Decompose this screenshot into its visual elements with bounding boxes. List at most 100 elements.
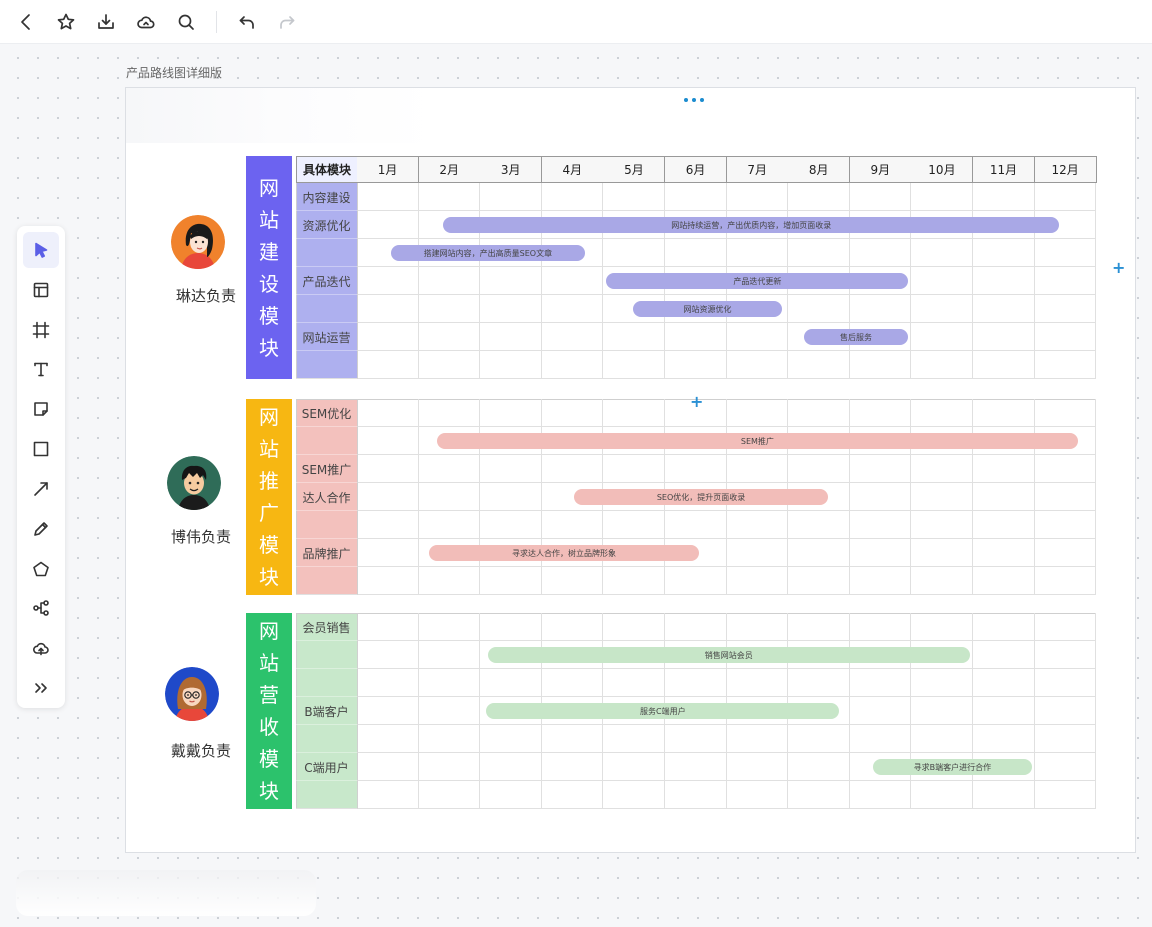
roadmap-frame[interactable]: 具体模块 1月 2月 3月 4月 5月 6月 7月 8月 9月 10月 11月 12月 网 站 建 设 模…: [125, 87, 1136, 853]
grid-cell: [1034, 239, 1097, 267]
grid-cell: [357, 641, 419, 669]
grid-cell: [1034, 669, 1097, 697]
pentagon-icon: [33, 561, 49, 576]
polygon-tool[interactable]: [23, 551, 59, 587]
grid-cell: [541, 183, 604, 211]
gantt-bar[interactable]: 网站资源优化: [632, 301, 783, 317]
grid-cell: [418, 483, 481, 511]
grid-cell: [480, 567, 542, 595]
favorite-button[interactable]: [46, 2, 86, 42]
star-icon: [57, 13, 75, 29]
text-tool[interactable]: [23, 351, 59, 387]
more-tools[interactable]: [23, 670, 59, 706]
grid-cell: [541, 267, 604, 295]
avatar: [167, 456, 221, 510]
gantt-bar[interactable]: 寻求达人合作，树立品牌形象: [429, 545, 699, 561]
grid-cell: [603, 613, 665, 641]
grid-cell: [480, 183, 542, 211]
grid-cell: [418, 183, 481, 211]
grid-cell: [541, 511, 604, 539]
grid-cell: [357, 323, 419, 351]
grid-cell: [911, 399, 973, 427]
module-label: 会员销售: [302, 620, 351, 635]
grid-cell: [357, 753, 419, 781]
grid-cell: [541, 323, 604, 351]
grid-cell: [357, 295, 419, 323]
more-options-icon[interactable]: [684, 98, 704, 102]
grid-cell: [1034, 267, 1097, 295]
grid-cell: [480, 753, 542, 781]
mindmap-tool[interactable]: [23, 590, 59, 626]
label-row-divider: [296, 427, 357, 455]
gantt-bar[interactable]: 网站持续运营，产出优质内容，增加页面收录: [443, 217, 1060, 233]
grid-cell: [665, 511, 727, 539]
template-tool[interactable]: [23, 272, 59, 308]
add-below-plus-icon[interactable]: +: [690, 394, 703, 410]
grid-cell: [849, 669, 912, 697]
grid-cell: [418, 295, 481, 323]
grid-cell: [418, 641, 481, 669]
grid-cell: [1034, 725, 1097, 753]
frame-tool[interactable]: [23, 312, 59, 348]
grid-cell: [788, 295, 850, 323]
grid-cell: [973, 239, 1035, 267]
arrow-line-icon: [34, 482, 48, 496]
grid-cell: [357, 399, 419, 427]
gantt-bar[interactable]: 服务C端用户: [486, 703, 840, 719]
grid-cell: [849, 455, 912, 483]
grid-cell: [726, 539, 789, 567]
month-header-1: 1月: [357, 156, 420, 183]
label-row-divider: [296, 781, 357, 809]
download-icon: [98, 13, 114, 29]
grid-cell: [973, 511, 1035, 539]
redo-button[interactable]: [267, 2, 307, 42]
upload-tool[interactable]: [23, 630, 59, 666]
grid-cell: [418, 267, 481, 295]
module-label: 达人合作: [302, 490, 351, 505]
grid-cell: [849, 183, 912, 211]
grid-cell: [603, 323, 665, 351]
select-tool[interactable]: [23, 232, 59, 268]
frame-title[interactable]: 产品路线图详细版: [126, 64, 222, 81]
blurred-footer: [16, 870, 316, 916]
download-button[interactable]: [86, 2, 126, 42]
grid-cell: [849, 295, 912, 323]
gantt-bar[interactable]: 寻求B端客户进行合作: [873, 759, 1032, 775]
grid-cell: [788, 613, 850, 641]
cloud-sync-button[interactable]: [126, 2, 166, 42]
grid-cell: [480, 781, 542, 809]
grid-cell: [357, 725, 419, 753]
grid-cell: [665, 613, 727, 641]
pen-icon: [34, 521, 48, 536]
gantt-bar[interactable]: 销售网站会员: [487, 647, 970, 663]
grid-cell: [788, 539, 850, 567]
label-row-divider: [296, 351, 357, 379]
grid-cell: [973, 539, 1035, 567]
grid-cell: [665, 351, 727, 379]
grid-cell: [973, 725, 1035, 753]
module-label: SEM优化: [301, 406, 352, 421]
sticky-note-tool[interactable]: [23, 391, 59, 427]
undo-icon: [239, 15, 254, 29]
grid-cell: [665, 753, 727, 781]
arrow-tool[interactable]: [23, 471, 59, 507]
template-icon: [33, 282, 49, 298]
gantt-bar[interactable]: SEO优化，提升页面收录: [573, 489, 829, 505]
pen-tool[interactable]: [23, 511, 59, 547]
grid-cell: [541, 351, 604, 379]
grid-cell: [541, 725, 604, 753]
grid-cell: [665, 725, 727, 753]
grid-cell: [665, 323, 727, 351]
gantt-bar[interactable]: SEM推广: [437, 433, 1078, 449]
add-right-plus-icon[interactable]: +: [1112, 260, 1125, 276]
month-header-10: 10月: [911, 156, 974, 183]
search-button[interactable]: [166, 2, 206, 42]
undo-button[interactable]: [227, 2, 267, 42]
gantt-bar[interactable]: 售后服务: [803, 329, 909, 345]
shape-tool[interactable]: [23, 431, 59, 467]
back-button[interactable]: [6, 2, 46, 42]
gantt-bar[interactable]: 产品迭代更新: [606, 273, 909, 289]
gantt-bar[interactable]: 搭建网站内容，产出高质量SEO文章: [390, 245, 585, 261]
grid-cell: [665, 455, 727, 483]
grid-cell: [973, 567, 1035, 595]
